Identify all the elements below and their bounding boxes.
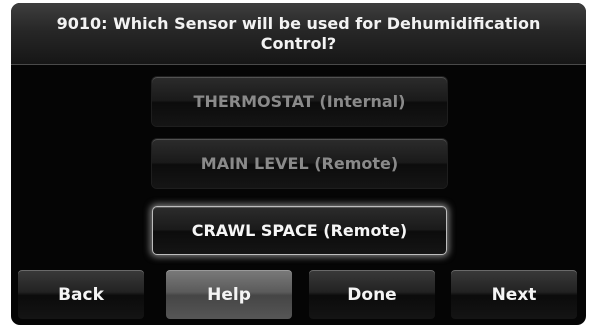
- help-button[interactable]: Help: [166, 270, 292, 319]
- option-main-level-remote[interactable]: MAIN LEVEL (Remote): [152, 139, 447, 188]
- option-thermostat-internal[interactable]: THERMOSTAT (Internal): [152, 77, 447, 126]
- next-button[interactable]: Next: [451, 270, 577, 319]
- back-button[interactable]: Back: [18, 270, 144, 319]
- option-crawl-space-remote[interactable]: CRAWL SPACE (Remote): [152, 206, 447, 255]
- page-title: 9010: Which Sensor will be used for Dehu…: [56, 13, 541, 53]
- thermostat-screen: 9010: Which Sensor will be used for Dehu…: [11, 3, 586, 325]
- header-bar: 9010: Which Sensor will be used for Dehu…: [11, 3, 586, 65]
- done-button[interactable]: Done: [309, 270, 435, 319]
